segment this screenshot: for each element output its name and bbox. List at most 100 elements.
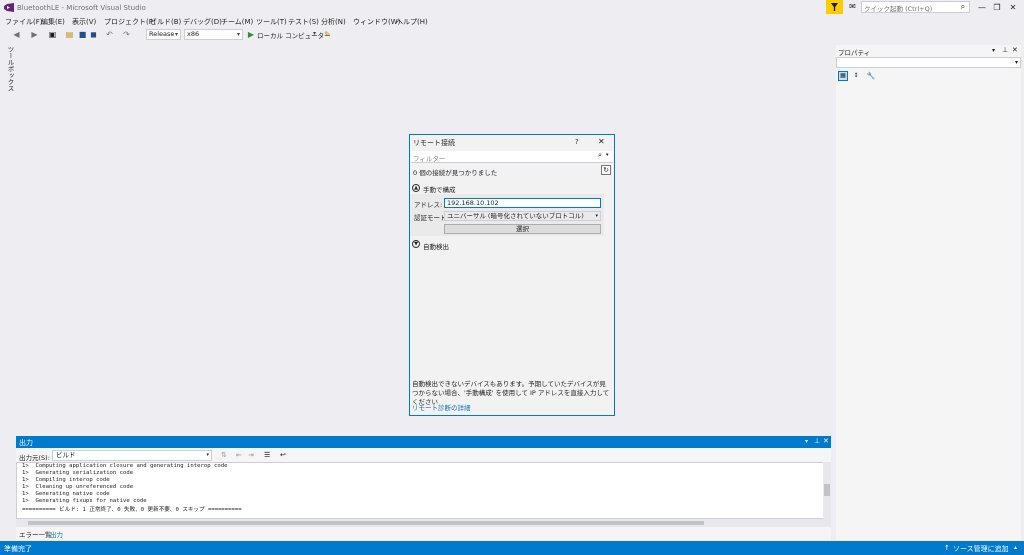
- connection-count: 0 個の接続が見つかりました: [413, 169, 498, 177]
- forward-icon[interactable]: ▶: [30, 30, 39, 39]
- output-line: 1> Generating native code: [22, 491, 110, 497]
- menu-build[interactable]: ビルド(B): [150, 17, 181, 27]
- add-to-source-control-button[interactable]: ソース管理に追加: [953, 544, 1009, 554]
- chevron-down-icon: ▾: [595, 213, 598, 219]
- restore-button[interactable]: ❐: [990, 2, 1004, 13]
- window-title: BluetoothLE - Microsoft Visual Studio: [17, 4, 146, 12]
- chevron-down-icon[interactable]: ▾: [606, 152, 609, 158]
- chevron-up-icon[interactable]: ▴: [1014, 544, 1017, 551]
- chevron-down-icon[interactable]: ▾: [313, 30, 316, 37]
- help-button[interactable]: ?: [575, 138, 579, 146]
- output-line: 1> Generating fixups for native code: [22, 498, 147, 504]
- status-bar: [0, 541, 1024, 555]
- chevron-down-icon[interactable]: ▾: [992, 47, 995, 54]
- menu-tools[interactable]: ツール(T): [256, 17, 287, 27]
- output-header: [16, 436, 831, 448]
- save-icon[interactable]: ■: [78, 30, 87, 39]
- filter-placeholder: フィルター: [413, 155, 446, 163]
- property-pages-icon[interactable]: 🔧: [866, 71, 876, 81]
- refresh-icon[interactable]: ↻: [601, 165, 611, 175]
- status-text: 準備完了: [4, 545, 32, 553]
- scrollbar-thumb[interactable]: [824, 484, 830, 496]
- address-label: アドレス:: [414, 201, 443, 209]
- configuration-select[interactable]: Release ▾: [146, 29, 181, 40]
- arrow-up-icon: ↑: [944, 544, 950, 552]
- configuration-value: Release: [149, 30, 175, 38]
- output-line: ========== ビルド: 1 正常終了、0 失敗、0 更新不要、0 スキッ…: [22, 507, 242, 513]
- menu-project[interactable]: プロジェクト(P): [104, 17, 156, 27]
- output-source-value: ビルド: [56, 451, 76, 459]
- output-vertical-scrollbar[interactable]: [823, 462, 831, 519]
- alphabetical-icon[interactable]: ↕: [851, 71, 861, 81]
- output-line: 1> Generating serialization code: [22, 470, 134, 476]
- auto-detect-section-header[interactable]: 自動検出: [423, 241, 449, 251]
- output-line: 1> Computing application closure and gen…: [22, 463, 228, 469]
- dialog-title: リモート接続: [413, 139, 455, 147]
- chevron-down-icon[interactable]: ▾: [805, 438, 808, 445]
- properties-object-select[interactable]: ▾: [836, 57, 1021, 68]
- tab-error-list[interactable]: エラー一覧: [19, 529, 52, 539]
- output-title: 出力: [19, 439, 33, 447]
- categorized-icon[interactable]: ▦: [838, 71, 848, 81]
- close-icon[interactable]: ✕: [823, 437, 829, 445]
- clear-all-icon[interactable]: ☰: [264, 451, 270, 459]
- output-source-label: 出力元(S):: [19, 454, 50, 462]
- expand-icon[interactable]: ▼: [412, 240, 420, 248]
- pin-icon[interactable]: ⊥: [1002, 46, 1008, 54]
- find-in-files-icon[interactable]: ✎: [323, 30, 332, 39]
- notification-filter-icon[interactable]: [826, 0, 843, 14]
- open-file-icon[interactable]: ▤: [65, 30, 74, 39]
- run-target-label[interactable]: ローカル コンピューター: [257, 30, 331, 40]
- tab-output[interactable]: 出力: [50, 529, 63, 539]
- search-icon[interactable]: ⌕: [598, 151, 602, 160]
- chevron-down-icon: ▾: [236, 31, 240, 38]
- new-project-icon[interactable]: ▣: [48, 30, 57, 39]
- collapse-icon[interactable]: ▲: [412, 184, 420, 192]
- menu-view[interactable]: 表示(V): [72, 17, 96, 27]
- menu-team[interactable]: チーム(M): [221, 17, 253, 27]
- toolbox-tab[interactable]: ツールボックス: [5, 46, 15, 92]
- platform-value: x86: [187, 30, 200, 38]
- next-message-icon[interactable]: ⇥: [248, 451, 254, 459]
- undo-icon[interactable]: ↶: [105, 30, 114, 39]
- menu-debug[interactable]: デバッグ(D): [183, 17, 222, 27]
- previous-message-icon[interactable]: ⇤: [236, 451, 242, 459]
- find-message-icon[interactable]: ⇅: [221, 451, 227, 459]
- platform-select[interactable]: x86 ▾: [184, 29, 243, 40]
- dialog-close-button[interactable]: ✕: [598, 137, 605, 146]
- menu-window[interactable]: ウィンドウ(W): [353, 17, 400, 27]
- feedback-icon[interactable]: ✉: [847, 2, 858, 12]
- menu-file[interactable]: ファイル(F): [5, 17, 43, 27]
- word-wrap-icon[interactable]: ↩: [280, 451, 286, 459]
- select-button[interactable]: 選択: [444, 224, 601, 234]
- scrollbar-thumb[interactable]: [28, 521, 704, 525]
- chevron-down-icon: ▾: [206, 452, 209, 458]
- menu-analyze[interactable]: 分析(N): [321, 17, 346, 27]
- close-icon[interactable]: ✕: [1012, 46, 1018, 54]
- properties-panel: [836, 45, 1021, 540]
- manual-section-header[interactable]: 手動で構成: [423, 184, 456, 194]
- menu-help[interactable]: ヘルプ(H): [396, 17, 428, 27]
- back-icon[interactable]: ◀: [12, 30, 21, 39]
- auth-mode-value: ユニバーサル (暗号化されていないプロトコル): [447, 212, 584, 220]
- menu-edit[interactable]: 編集(E): [41, 17, 65, 27]
- visual-studio-logo-icon: [4, 3, 14, 12]
- quick-launch-placeholder: クイック起動 (Ctrl+Q): [864, 5, 933, 13]
- output-line: 1> Cleaning up unreferenced code: [22, 484, 134, 490]
- minimize-button[interactable]: —: [975, 2, 989, 13]
- save-all-icon[interactable]: ◼: [89, 30, 98, 39]
- menu-test[interactable]: テスト(S): [288, 17, 319, 27]
- output-line: 1> Compiling interop code: [22, 477, 110, 483]
- auth-mode-select[interactable]: ユニバーサル (暗号化されていないプロトコル) ▾: [444, 211, 601, 221]
- chevron-down-icon: ▾: [1014, 59, 1018, 66]
- remote-diagnostics-link[interactable]: リモート診断の詳細: [412, 402, 471, 412]
- output-horizontal-scrollbar[interactable]: [16, 519, 831, 527]
- pin-icon[interactable]: ⊥: [814, 437, 820, 445]
- close-button[interactable]: ✕: [1006, 2, 1020, 13]
- address-input[interactable]: 192.168.10.102: [444, 198, 601, 208]
- redo-icon[interactable]: ↷: [122, 30, 131, 39]
- search-icon[interactable]: ⌕: [958, 2, 968, 12]
- output-source-select[interactable]: ビルド ▾: [52, 450, 212, 461]
- chevron-down-icon: ▾: [174, 31, 178, 38]
- start-debug-icon[interactable]: ▶: [247, 30, 255, 39]
